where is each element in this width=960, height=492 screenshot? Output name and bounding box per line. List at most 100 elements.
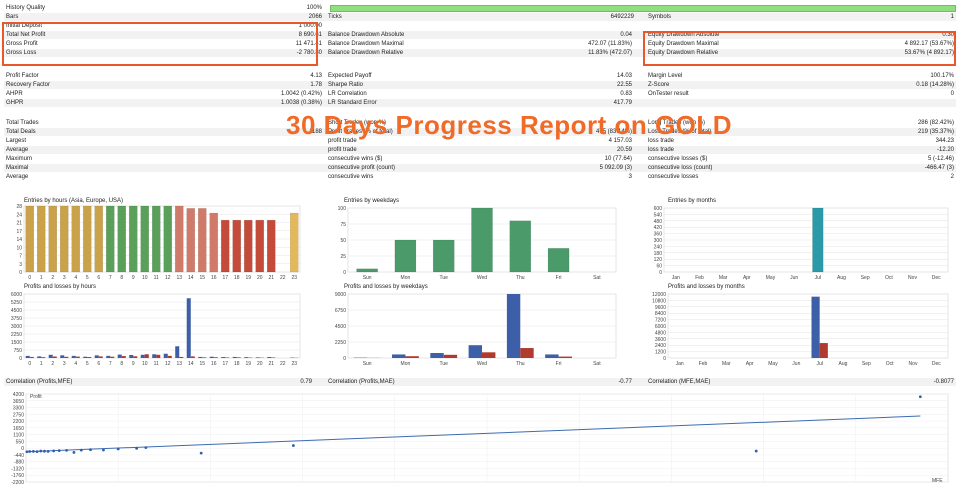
- entries-by-hours-panel: Entries by hours (Asia, Europe, USA) 0 3 7…: [4, 196, 308, 282]
- x-tick-label: 2: [51, 361, 54, 367]
- bar: [197, 208, 207, 273]
- y-tick-label: 12000: [652, 292, 666, 298]
- bar: [392, 354, 406, 358]
- entries-by-weekdays-panel: Entries by weekdays 0 25 50 75 100 Sun Mon Tue W…: [324, 196, 624, 282]
- history-quality-bar: [330, 5, 956, 12]
- x-tick-label: 18: [234, 361, 240, 367]
- bar: [163, 353, 168, 358]
- y-tick-label: 3300: [13, 406, 24, 412]
- x-tick-label: 4: [74, 361, 77, 367]
- x-tick-label: 22: [280, 361, 286, 367]
- stat-label: consecutive wins ($): [328, 156, 383, 162]
- scatter-point: [199, 451, 203, 455]
- bar: [394, 239, 417, 273]
- stats-row: Average consecutive wins 3 consecutive loss…: [4, 173, 956, 181]
- y-tick-label: 0: [19, 270, 22, 276]
- stat-label: Margin Level: [648, 73, 683, 79]
- bar: [209, 356, 214, 358]
- x-tick-label: 7: [109, 275, 112, 281]
- stats-row: Maximal consecutive profit (count) 5 092.0…: [4, 164, 956, 172]
- y-tick-label: 0: [663, 356, 666, 362]
- bar: [83, 356, 88, 358]
- stat-value: 5 092.09 (3): [599, 165, 632, 171]
- stat-label: loss trade: [648, 147, 675, 153]
- bar: [163, 205, 173, 273]
- scatter-point: [46, 449, 50, 453]
- x-tick-label: 23: [291, 275, 297, 281]
- y-tick-label: 0: [19, 356, 22, 362]
- stat-value: 344.23: [935, 138, 954, 144]
- panel-title: Entries by hours (Asia, Europe, USA): [24, 198, 124, 204]
- stat-label: Balance Drawdown Maximal: [328, 41, 404, 47]
- bars-label: Bars: [6, 14, 19, 20]
- correlation-row: Correlation (Profits,MFE) 0.79 Correlati…: [4, 378, 956, 386]
- x-tick-label: 23: [291, 361, 297, 367]
- x-tick-label: 10: [142, 275, 148, 281]
- scatter-point: [52, 449, 56, 453]
- x-tick-label: Apr: [746, 361, 754, 367]
- x-tick-label: 5: [86, 275, 89, 281]
- mfe-scatter-chart: 42003650330027502200165011005500-440-880…: [11, 392, 949, 486]
- y-tick-label: 4500: [335, 324, 346, 330]
- y-tick-label: -440: [14, 453, 24, 459]
- bar: [198, 356, 203, 358]
- y-tick-label: 4200: [13, 392, 24, 398]
- stat-label: LR Correlation: [328, 91, 367, 97]
- x-tick-label: 15: [199, 275, 205, 281]
- x-tick-label: Sep: [862, 361, 871, 367]
- x-tick-label: Tue: [439, 361, 448, 367]
- bar: [468, 345, 482, 358]
- symbols-label: Symbols: [648, 14, 672, 20]
- x-tick-label: Tue: [439, 275, 448, 281]
- x-tick-label: 7: [109, 361, 112, 367]
- bar: [443, 354, 458, 358]
- x-tick-label: 15: [199, 361, 205, 367]
- scatter-point: [79, 448, 83, 452]
- y-tick-label: 7: [19, 254, 22, 260]
- bar: [225, 357, 230, 358]
- x-tick-label: 6: [97, 361, 100, 367]
- panel-title: Profits and losses by hours: [24, 284, 97, 290]
- y-tick-label: -1320: [11, 466, 24, 472]
- x-tick-label: May: [766, 275, 776, 281]
- bar: [75, 356, 80, 358]
- bar: [37, 356, 42, 358]
- pl-by-months-panel: Profits and losses by months 0 1200 2400 36…: [644, 284, 956, 368]
- x-tick-label: Jul: [815, 275, 821, 281]
- y-tick-label: 2200: [13, 419, 24, 425]
- panel-title: Profits and losses by months: [668, 284, 745, 290]
- x-tick-label: 13: [176, 275, 182, 281]
- stats-row: GHPR 1.0038 (0.38%) LR Standard Error 417.7…: [4, 99, 956, 107]
- bar: [520, 348, 534, 358]
- y-tick-label: 60: [656, 264, 662, 270]
- bar: [41, 357, 46, 358]
- bar: [98, 356, 103, 358]
- bar: [110, 356, 115, 358]
- y-tick-label: 9000: [335, 292, 346, 298]
- entries-by-weekdays-chart: 0 25 50 75 100 Sun Mon Tue Wed Thu Fri Sat: [338, 206, 617, 281]
- y-tick-label: 10800: [652, 298, 666, 304]
- stat-label: GHPR: [6, 100, 24, 106]
- x-tick-label: 0: [28, 361, 31, 367]
- y-tick-label: 6750: [335, 308, 346, 314]
- bar: [506, 294, 521, 358]
- stat-label: consecutive wins: [328, 174, 374, 180]
- stat-label: Maximal: [6, 165, 29, 171]
- y-tick-label: 50: [340, 238, 346, 244]
- y-tick-label: 3750: [11, 316, 22, 322]
- stat-label: Expected Payoff: [328, 73, 372, 79]
- x-tick-label: Sun: [363, 361, 372, 367]
- x-tick-label: Thu: [516, 361, 525, 367]
- x-tick-label: Mar: [722, 361, 731, 367]
- bar: [213, 357, 218, 358]
- y-tick-label: 28: [16, 204, 22, 210]
- panel-title: Profits and losses by weekdays: [344, 284, 428, 290]
- y-tick-label: 0: [21, 446, 24, 452]
- scatter-point: [25, 450, 29, 454]
- stat-label: consecutive losses: [648, 174, 699, 180]
- bar: [129, 355, 134, 358]
- y-tick-label: 5250: [11, 300, 22, 306]
- bar: [190, 356, 195, 358]
- y-tick-label: 10: [16, 245, 22, 251]
- y-tick-label: -1760: [11, 473, 24, 479]
